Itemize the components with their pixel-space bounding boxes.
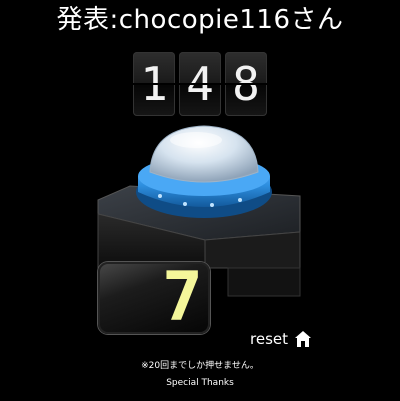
reset-button[interactable]: reset <box>250 328 312 350</box>
button-highlight <box>170 132 222 148</box>
press-limit-notice: ※20回までしか押せません。 <box>141 361 259 371</box>
box-leg <box>227 267 301 297</box>
button-machine <box>97 125 301 297</box>
ring-stud <box>158 194 162 198</box>
reset-label: reset <box>250 330 288 348</box>
ring-stud <box>183 202 187 206</box>
digital-display-value: 7 <box>162 258 203 337</box>
home-icon <box>295 331 311 347</box>
ring-stud <box>238 198 242 202</box>
special-thanks-link[interactable]: Special Thanks <box>0 378 400 388</box>
ring-stud <box>210 203 214 207</box>
